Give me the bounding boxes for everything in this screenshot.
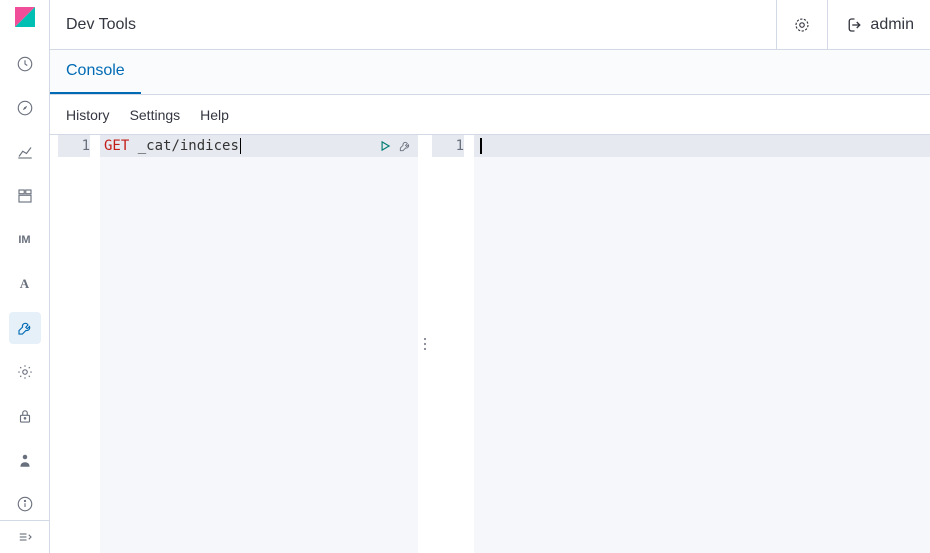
user-icon (16, 451, 34, 469)
play-icon[interactable] (378, 139, 392, 153)
sidebar-item-management[interactable] (9, 356, 41, 388)
response-gutter: 1 (432, 135, 474, 553)
sidebar-item-dashboard[interactable] (9, 180, 41, 212)
sidebar-item-recent[interactable] (9, 48, 41, 80)
info-icon (16, 495, 34, 513)
gear-icon (16, 363, 34, 381)
sidebar-item-discover[interactable] (9, 92, 41, 124)
pane-splitter[interactable] (418, 135, 432, 553)
grid-icon (16, 187, 34, 205)
request-path: _cat/indices (138, 135, 239, 157)
kibana-logo[interactable] (0, 0, 49, 34)
request-gutter: 1 (58, 135, 100, 553)
text-cursor (240, 138, 241, 154)
logout-icon (844, 16, 862, 34)
console-toolbar: History Settings Help (50, 95, 930, 135)
response-pane[interactable]: 1 (432, 135, 930, 553)
drag-handle-icon (423, 337, 427, 351)
collapse-icon (16, 528, 34, 546)
sidebar-item-security[interactable] (9, 400, 41, 432)
sidebar-item-im[interactable]: IM (9, 224, 41, 256)
toolbar-history[interactable]: History (66, 107, 110, 123)
sidebar-item-visualize[interactable] (9, 136, 41, 168)
header-logout-button[interactable]: admin (827, 0, 930, 49)
page-title: Dev Tools (50, 16, 776, 34)
tabs: Console (50, 50, 930, 95)
toolbar-help[interactable]: Help (200, 107, 229, 123)
sidebar: IM A (0, 0, 50, 553)
line-number: 1 (432, 135, 464, 157)
sidebar-item-devtools[interactable] (9, 312, 41, 344)
header-user-label: admin (870, 16, 914, 34)
header-target-button[interactable] (776, 0, 827, 49)
request-pane[interactable]: 1 GET _cat/indices (58, 135, 418, 553)
compass-icon (16, 99, 34, 117)
request-editor[interactable]: GET _cat/indices (100, 135, 418, 553)
clock-icon (16, 55, 34, 73)
chart-icon (16, 143, 34, 161)
sidebar-item-info[interactable] (9, 488, 41, 520)
line-number: 1 (58, 135, 90, 157)
header: Dev Tools admin (50, 0, 930, 50)
text-cursor (480, 138, 482, 154)
wrench-small-icon[interactable] (398, 139, 412, 153)
sidebar-collapse[interactable] (9, 521, 41, 553)
sidebar-item-a[interactable]: A (9, 268, 41, 300)
wrench-icon (16, 319, 34, 337)
response-editor[interactable] (474, 135, 930, 553)
request-method: GET (104, 135, 129, 157)
target-icon (793, 16, 811, 34)
lock-icon (16, 407, 34, 425)
sidebar-item-user[interactable] (9, 444, 41, 476)
toolbar-settings[interactable]: Settings (130, 107, 181, 123)
tab-console[interactable]: Console (50, 50, 141, 94)
